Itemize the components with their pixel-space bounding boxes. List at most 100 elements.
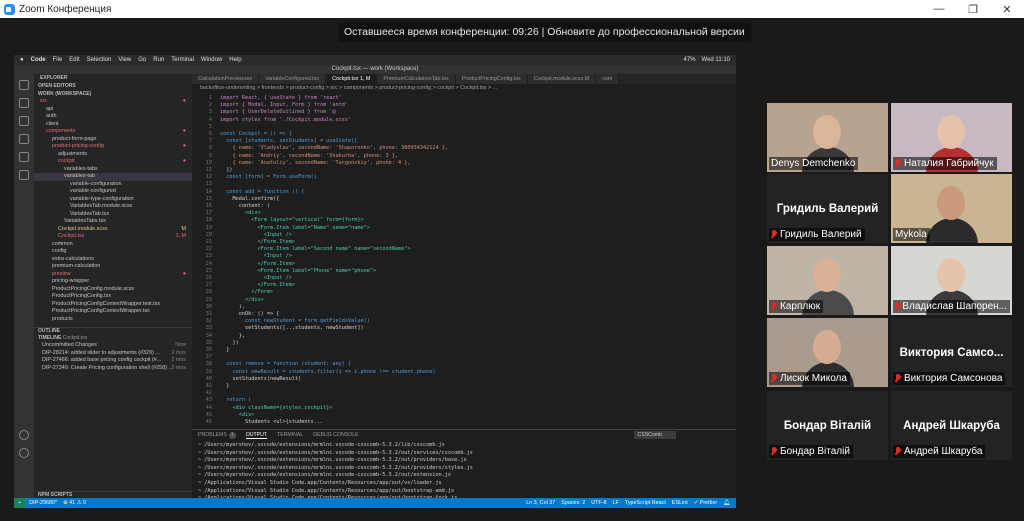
editor-tab[interactable]: Cockpit.tsx 1, M — [326, 74, 378, 84]
tree-item[interactable]: common — [34, 241, 192, 249]
tree-item[interactable]: ProductPricingConfigContextWrapper.test.… — [34, 301, 192, 309]
tree-item[interactable]: pricing-wrapper — [34, 278, 192, 286]
editor-tab[interactable]: VariableConfigured.tsx — [258, 74, 327, 84]
prettier-status[interactable]: ✓ Prettier — [694, 500, 717, 506]
output-channel-select[interactable]: CSSComb — [634, 431, 676, 439]
participant-name-label: Бондар Віталій — [769, 445, 853, 458]
code-line: { name: 'Vladyslav', secondName: 'Shapor… — [220, 145, 448, 152]
mac-menu-item[interactable]: Selection — [87, 57, 112, 63]
source-control-icon[interactable] — [19, 116, 29, 126]
participant-tile[interactable]: Виктория Самсо... Виктория Самсонова — [891, 318, 1012, 387]
eol[interactable]: LF — [613, 500, 619, 506]
timeline-item[interactable]: DIP-28214: added slider to adjustments (… — [34, 350, 192, 358]
editor-tab[interactable]: Cockpit.module.scss M — [527, 74, 597, 84]
tab-problems[interactable]: PROBLEMS — [198, 432, 227, 439]
close-button[interactable]: ✕ — [990, 3, 1024, 16]
mac-menu-item[interactable]: Run — [153, 57, 164, 63]
tree-item[interactable]: product-form-page — [34, 136, 192, 144]
maximize-button[interactable]: ❐ — [956, 3, 990, 16]
tree-item[interactable]: api — [34, 106, 192, 114]
participant-tile[interactable]: Mykola — [891, 174, 1012, 243]
participant-tile[interactable]: Андрей Шкаруба Андрей Шкаруба — [891, 391, 1012, 460]
tree-item[interactable]: variable-configured — [34, 188, 192, 196]
tree-item[interactable]: Cockpit.tsx 1, M — [34, 233, 192, 241]
git-branch[interactable]: DIP-29680* — [29, 500, 57, 506]
timeline-item[interactable]: DIP-27349: Create Pricing configuration … — [34, 365, 192, 373]
explorer-icon[interactable] — [19, 80, 29, 90]
tree-item[interactable]: extra-calculations — [34, 256, 192, 264]
docker-icon[interactable] — [19, 170, 29, 180]
code-area[interactable]: 1 import React, { useState } from 'react'… — [192, 93, 736, 429]
tree-item[interactable]: client — [34, 121, 192, 129]
extensions-icon[interactable] — [19, 152, 29, 162]
npm-scripts-section[interactable]: NPM SCRIPTS — [34, 490, 192, 499]
mac-menu-item[interactable]: Edit — [69, 57, 79, 63]
encoding[interactable]: UTF-8 — [591, 500, 606, 506]
editor-tab[interactable]: PremiumCalculationTab.tsx — [377, 74, 456, 84]
mac-menu-item[interactable]: Terminal — [171, 57, 194, 63]
indentation[interactable]: Spaces: 2 — [561, 500, 585, 506]
timeline-item[interactable]: DIP-27466: added base pricing config coc… — [34, 357, 192, 365]
cursor-position[interactable]: Ln 3, Col 37 — [526, 500, 555, 506]
minimize-button[interactable]: — — [922, 3, 956, 16]
tree-item[interactable]: premium-calculation — [34, 263, 192, 271]
meeting-time-banner[interactable]: Оставшееся время конференции: 09:26 | Об… — [338, 23, 751, 42]
tab-output[interactable]: OUTPUT — [245, 432, 268, 439]
tree-item[interactable]: components ● — [34, 128, 192, 136]
outline-section[interactable]: OUTLINE — [34, 327, 192, 335]
tree-item[interactable]: ProductPricingConfig.module.scss — [34, 286, 192, 294]
tab-terminal[interactable]: TERMINAL — [277, 432, 303, 439]
tree-item[interactable]: preview ● — [34, 271, 192, 279]
account-icon[interactable] — [19, 430, 29, 440]
debug-icon[interactable] — [19, 134, 29, 144]
participant-tile[interactable]: Владислав Шапорен... — [891, 246, 1012, 315]
code-line: ), — [220, 303, 245, 310]
workspace-section[interactable]: WORK (WORKSPACE) — [34, 91, 192, 99]
tree-item[interactable]: src ● — [34, 98, 192, 106]
tree-item[interactable]: auth — [34, 113, 192, 121]
tree-item[interactable]: products — [34, 316, 192, 324]
participant-tile[interactable]: Карплюк — [767, 246, 888, 315]
participant-tile[interactable]: Наталия Габрийчук — [891, 103, 1012, 172]
tree-item[interactable]: ProductPricingConfigContextWrapper.tsx — [34, 308, 192, 316]
tree-item[interactable]: product-pricing-config ● — [34, 143, 192, 151]
bell-icon[interactable]: 🔔︎ — [723, 500, 730, 506]
problems-status[interactable]: ⊗ 41 ⚠ 0 — [63, 500, 86, 506]
tree-item[interactable]: VariablesTab.module.scss — [34, 203, 192, 211]
line-number: 1 — [208, 95, 212, 101]
mac-menu-item[interactable]: View — [118, 57, 131, 63]
language-mode[interactable]: TypeScript React — [625, 500, 666, 506]
eslint-status[interactable]: ESLint — [672, 500, 688, 506]
tree-item[interactable]: VariablesTab.tsx — [34, 211, 192, 219]
tree-item[interactable]: config — [34, 248, 192, 256]
tree-item[interactable]: variables-tabs — [34, 166, 192, 174]
tree-item[interactable]: variable-configuration — [34, 181, 192, 189]
mac-menu-item[interactable]: Go — [138, 57, 146, 63]
mac-menu-item[interactable]: Help — [229, 57, 241, 63]
participant-tile[interactable]: Бондар Віталій Бондар Віталій — [767, 391, 888, 460]
remote-icon[interactable]: ⌁ — [14, 498, 26, 508]
breadcrumb[interactable]: backoffice-underwriting > frontends > pr… — [200, 85, 497, 91]
mac-menu-item[interactable]: File — [53, 57, 63, 63]
participant-tile[interactable]: Лисюк Микола — [767, 318, 888, 387]
participant-tile[interactable]: Denys Demchenko — [767, 103, 888, 172]
settings-gear-icon[interactable] — [19, 448, 29, 458]
editor-tab[interactable]: ProductPricingConfig.tsx — [455, 74, 528, 84]
tree-item[interactable]: Cockpit.module.scss M — [34, 226, 192, 234]
mac-menu-item[interactable]: Window — [201, 57, 222, 63]
timeline-item[interactable]: Uncommitted Changes Now — [34, 342, 192, 350]
tree-item[interactable]: variables-tab — [34, 173, 192, 181]
participant-tile[interactable]: Гридиль Валерий Гридиль Валерий — [767, 174, 888, 243]
mac-menu-item[interactable]: Code — [31, 57, 46, 63]
editor-tab[interactable]: com — [596, 74, 620, 84]
editor-tab[interactable]: CalculationPreview.tsx — [192, 74, 259, 84]
tree-item[interactable]: variable-type-configuration — [34, 196, 192, 204]
tree-item[interactable]: VariablesTabs.tsx — [34, 218, 192, 226]
tree-item[interactable]: ProductPricingConfig.tsx — [34, 293, 192, 301]
timeline-section[interactable]: TIMELINE Cockpit.tsx — [34, 335, 192, 343]
open-editors-section[interactable]: OPEN EDITORS — [34, 83, 192, 91]
tab-debug-console[interactable]: DEBUG CONSOLE — [313, 432, 358, 439]
tree-item[interactable]: cockpit ● — [34, 158, 192, 166]
search-icon[interactable] — [19, 98, 29, 108]
tree-item[interactable]: adjustments — [34, 151, 192, 159]
